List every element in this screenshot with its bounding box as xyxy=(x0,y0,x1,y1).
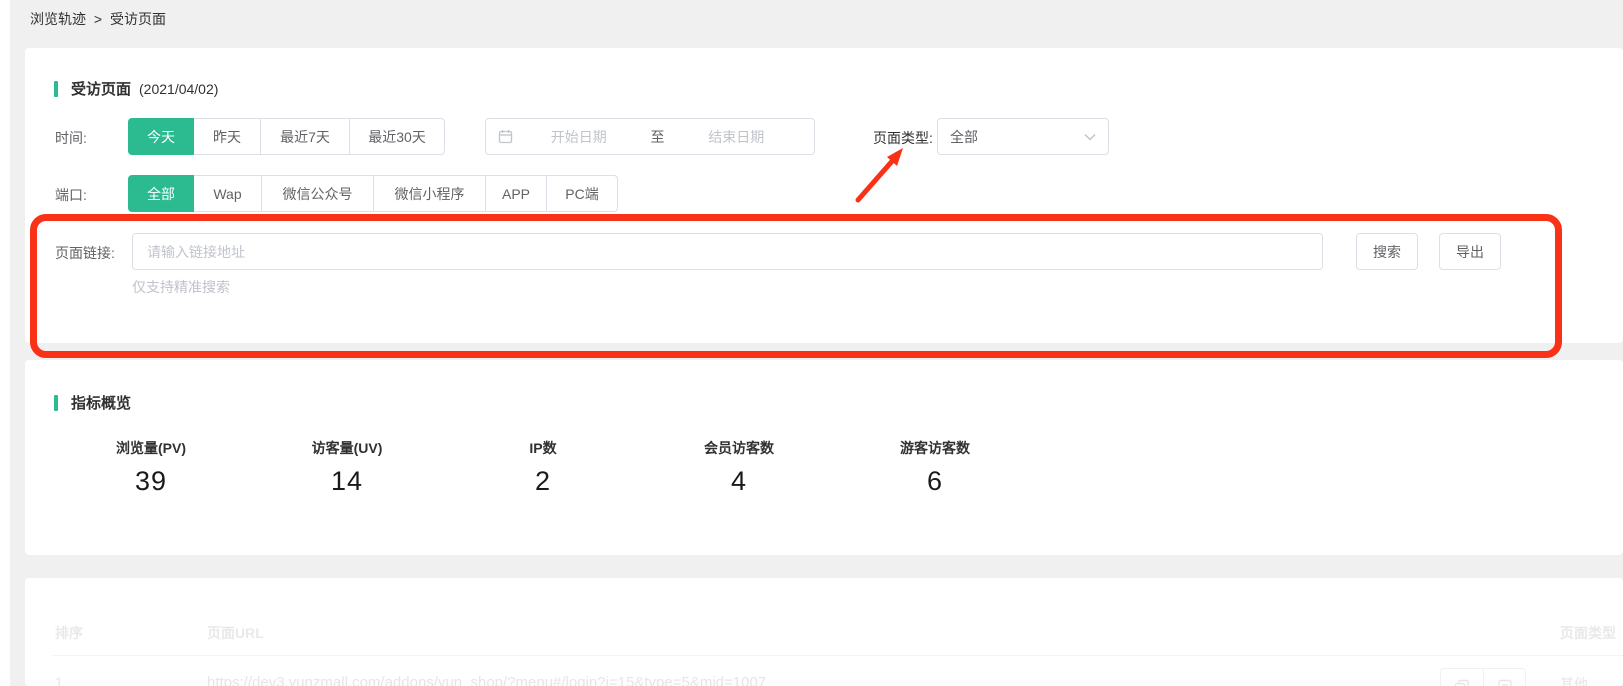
time-option-yesterday[interactable]: 昨天 xyxy=(194,118,261,155)
qrcode-button[interactable] xyxy=(1483,668,1526,686)
page-type-select[interactable]: 全部 xyxy=(937,118,1109,155)
cell-rank: 1 xyxy=(55,674,63,686)
date-range-separator: 至 xyxy=(645,127,671,147)
title-accent-bar xyxy=(54,395,58,411)
metrics-row: 浏览量(PV) 39 访客量(UV) 14 IP数 2 会员访客数 4 游客访客… xyxy=(53,438,1033,497)
port-option-wap[interactable]: Wap xyxy=(194,175,262,212)
cell-url[interactable]: https://dev3.yunzmall.com/addons/yun_sho… xyxy=(207,674,766,686)
time-option-last7days[interactable]: 最近7天 xyxy=(261,118,350,155)
document-icon xyxy=(1497,679,1513,686)
panel-title-text: 受访页面 xyxy=(71,78,131,99)
breadcrumb-separator: > xyxy=(94,11,102,27)
page-link-label: 页面链接: xyxy=(55,243,115,263)
col-url: 页面URL xyxy=(207,623,264,643)
port-option-all[interactable]: 全部 xyxy=(128,175,194,212)
panel-title: 受访页面 (2021/04/02) xyxy=(54,78,218,99)
search-hint: 仅支持精准搜索 xyxy=(132,277,230,297)
port-option-wechat-official[interactable]: 微信公众号 xyxy=(262,175,374,212)
metric-member-visitors: 会员访客数 4 xyxy=(641,438,837,497)
panel-date-note: (2021/04/02) xyxy=(139,81,218,97)
calendar-icon xyxy=(498,129,513,144)
table-divider xyxy=(53,655,1623,656)
metrics-title-text: 指标概览 xyxy=(71,392,131,413)
breadcrumb: 浏览轨迹 > 受访页面 xyxy=(30,9,170,29)
metric-label: 访客量(UV) xyxy=(249,438,445,458)
port-filter-group: 全部 Wap 微信公众号 微信小程序 APP PC端 xyxy=(128,175,618,212)
metric-ip: IP数 2 xyxy=(445,438,641,497)
page-type-label: 页面类型: xyxy=(873,128,933,148)
metric-uv: 访客量(UV) 14 xyxy=(249,438,445,497)
title-accent-bar xyxy=(54,81,58,97)
metric-label: 会员访客数 xyxy=(641,438,837,458)
metric-value: 39 xyxy=(53,466,249,497)
pages-table-panel: 排序 页面URL 页面类型 1 https://dev3.yunzmall.co… xyxy=(25,578,1623,686)
sidebar-collapsed-strip xyxy=(0,0,10,686)
time-filter-label: 时间: xyxy=(55,128,87,148)
cell-type: 其他 xyxy=(1560,674,1588,686)
metric-label: 浏览量(PV) xyxy=(53,438,249,458)
time-option-today[interactable]: 今天 xyxy=(128,118,194,155)
export-button[interactable]: 导出 xyxy=(1439,233,1501,270)
page-type-value: 全部 xyxy=(950,127,1084,147)
col-type: 页面类型 xyxy=(1560,623,1616,643)
metric-value: 14 xyxy=(249,466,445,497)
metric-value: 4 xyxy=(641,466,837,497)
copy-icon xyxy=(1454,679,1470,686)
date-range-picker[interactable]: 开始日期 至 结束日期 xyxy=(485,118,815,155)
copy-button[interactable] xyxy=(1440,668,1483,686)
page-link-input[interactable] xyxy=(132,233,1323,270)
col-rank: 排序 xyxy=(55,623,83,643)
breadcrumb-parent[interactable]: 浏览轨迹 xyxy=(30,11,86,27)
metric-value: 2 xyxy=(445,466,641,497)
port-option-app[interactable]: APP xyxy=(486,175,547,212)
chevron-down-icon xyxy=(1084,133,1096,141)
breadcrumb-current: 受访页面 xyxy=(110,11,166,27)
metrics-title: 指标概览 xyxy=(54,392,131,413)
port-option-pc[interactable]: PC端 xyxy=(547,175,618,212)
time-filter-group: 今天 昨天 最近7天 最近30天 xyxy=(128,118,445,155)
port-option-wechat-miniprogram[interactable]: 微信小程序 xyxy=(374,175,486,212)
time-option-last30days[interactable]: 最近30天 xyxy=(350,118,445,155)
metric-label: IP数 xyxy=(445,438,641,458)
start-date-placeholder[interactable]: 开始日期 xyxy=(513,127,645,147)
visited-pages-panel: 受访页面 (2021/04/02) 时间: 今天 昨天 最近7天 最近30天 开… xyxy=(25,48,1623,343)
search-button[interactable]: 搜索 xyxy=(1356,233,1418,270)
row-action-icons xyxy=(1440,668,1526,686)
metric-guest-visitors: 游客访客数 6 xyxy=(837,438,1033,497)
metric-label: 游客访客数 xyxy=(837,438,1033,458)
metric-pv: 浏览量(PV) 39 xyxy=(53,438,249,497)
metric-value: 6 xyxy=(837,466,1033,497)
end-date-placeholder[interactable]: 结束日期 xyxy=(671,127,803,147)
metrics-panel: 指标概览 浏览量(PV) 39 访客量(UV) 14 IP数 2 会员访客数 4… xyxy=(25,360,1623,555)
port-filter-label: 端口: xyxy=(55,185,87,205)
